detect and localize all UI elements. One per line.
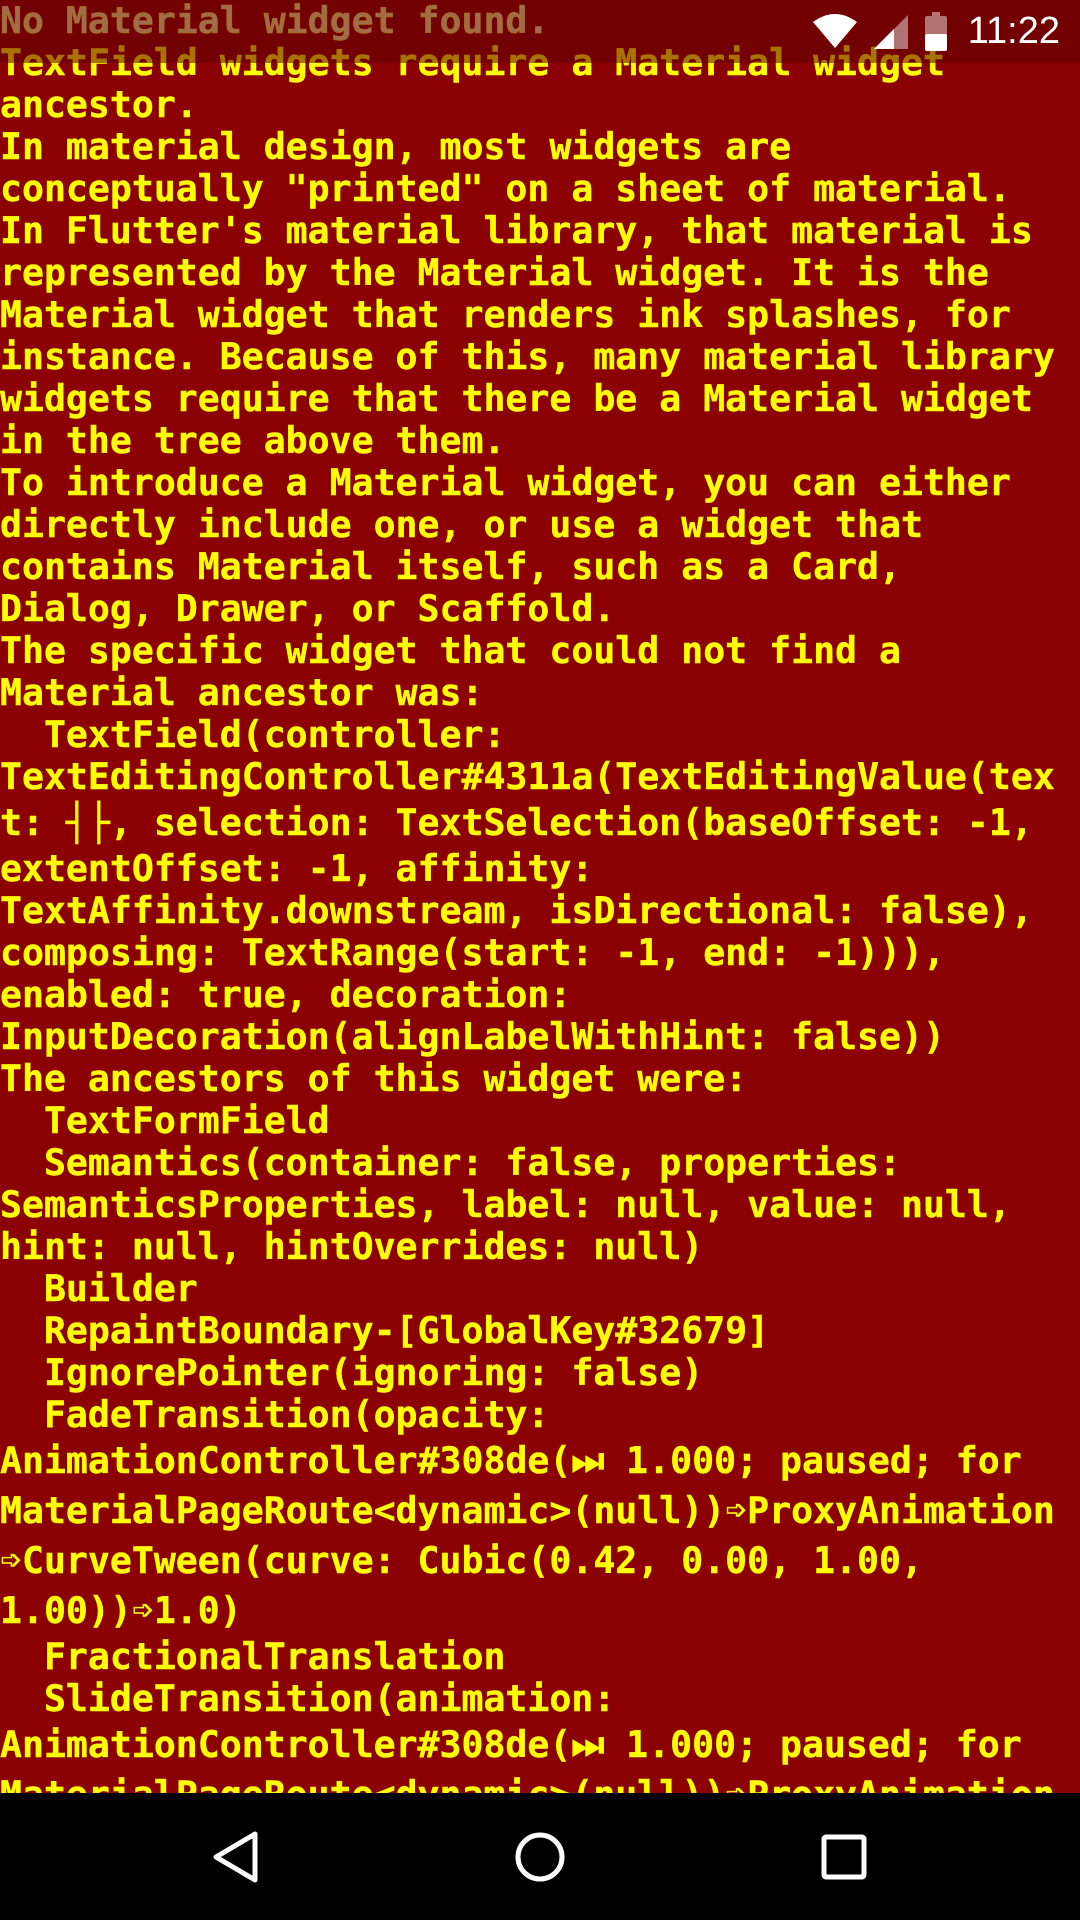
error-line: composing: TextRange(start: -1, end: -1)… <box>0 931 945 974</box>
error-line: extentOffset: -1, affinity: <box>0 847 594 890</box>
error-line: represented by the Material widget. It i… <box>0 251 989 294</box>
error-line: contains Material itself, such as a Card… <box>0 545 901 588</box>
error-line: ancestor. <box>0 83 198 126</box>
error-line: hint: null, hintOverrides: null) <box>0 1225 704 1268</box>
error-line: RepaintBoundary-[GlobalKey#32679] <box>0 1309 770 1352</box>
error-line: AnimationController#308de(⏭ 1.000; pause… <box>0 1723 1022 1766</box>
error-line: 1.00))➩1.0) <box>0 1589 242 1632</box>
error-line: SemanticsProperties, label: null, value:… <box>0 1183 1011 1226</box>
error-line: FractionalTranslation <box>0 1635 506 1678</box>
error-line: Material ancestor was: <box>0 671 484 714</box>
home-button[interactable] <box>460 1793 620 1920</box>
recents-button[interactable] <box>764 1793 924 1920</box>
error-message: No Material widget found.TextField widge… <box>0 0 1080 1793</box>
error-line: MaterialPageRoute<dynamic>(null))➩ProxyA… <box>0 1489 1055 1532</box>
error-line: IgnorePointer(ignoring: false) <box>0 1351 704 1394</box>
error-line: AnimationController#308de(⏭ 1.000; pause… <box>0 1439 1022 1482</box>
wifi-icon <box>812 13 857 48</box>
status-icons: 11:22 <box>812 0 1060 63</box>
error-line: TextAffinity.downstream, isDirectional: … <box>0 889 1033 932</box>
recents-icon <box>821 1834 867 1879</box>
home-icon <box>515 1832 565 1881</box>
error-line: Material widget that renders ink splashe… <box>0 293 1011 336</box>
battery-icon <box>924 11 947 51</box>
error-line: instance. Because of this, many material… <box>0 335 1055 378</box>
back-button[interactable] <box>155 1793 315 1920</box>
status-bar: 11:22 <box>0 0 1080 63</box>
error-line: The specific widget that could not find … <box>0 629 901 672</box>
error-line: conceptually "printed" on a sheet of mat… <box>0 167 1011 210</box>
error-line: t: ┤├, selection: TextSelection(baseOffs… <box>0 801 1033 844</box>
error-line: Builder <box>0 1267 198 1310</box>
error-line: Dialog, Drawer, or Scaffold. <box>0 587 616 630</box>
error-line: To introduce a Material widget, you can … <box>0 461 1011 504</box>
error-line: In material design, most widgets are <box>0 125 792 168</box>
error-line: widgets require that there be a Material… <box>0 377 1033 420</box>
error-line: TextEditingController#4311a(TextEditingV… <box>0 755 1055 798</box>
error-line: SlideTransition(animation: <box>0 1677 616 1720</box>
error-line: MaterialPageRoute<dynamic>(null))➩ProxyA… <box>0 1770 1080 1793</box>
flutter-error-screen: No Material widget found.TextField widge… <box>0 0 1080 1920</box>
status-time: 11:22 <box>967 10 1060 52</box>
error-line: The ancestors of this widget were: <box>0 1057 748 1100</box>
back-icon <box>213 1831 258 1882</box>
error-line: InputDecoration(alignLabelWithHint: fals… <box>0 1015 945 1058</box>
error-line: TextField(controller: <box>0 713 506 756</box>
error-line: directly include one, or use a widget th… <box>0 503 923 546</box>
error-line: TextFormField <box>0 1099 330 1142</box>
error-line: FadeTransition(opacity: <box>0 1393 550 1436</box>
error-line: enabled: true, decoration: <box>0 973 572 1016</box>
error-line: In Flutter's material library, that mate… <box>0 209 1033 252</box>
cell-signal-icon <box>873 14 908 49</box>
error-line: in the tree above them. <box>0 419 506 462</box>
navigation-bar <box>0 1793 1080 1920</box>
error-line: ➩CurveTween(curve: Cubic(0.42, 0.00, 1.0… <box>0 1539 923 1582</box>
error-line: Semantics(container: false, properties: <box>0 1141 901 1184</box>
